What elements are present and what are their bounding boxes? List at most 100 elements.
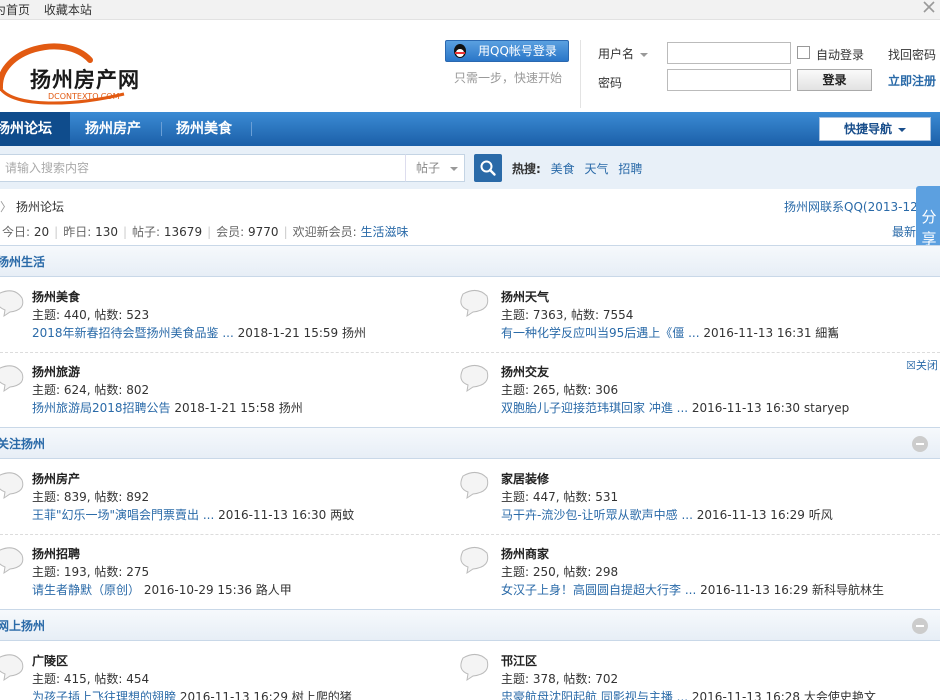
logo-subtext: DCONTEXTO.COM bbox=[48, 92, 120, 101]
last-post-meta: 2016-10-29 15:36 路人甲 bbox=[143, 583, 292, 597]
forum-last-post: 双胞胎儿子迎接范玮琪回家 冲進 ... 2016-11-13 16:30 sta… bbox=[501, 399, 849, 416]
password-input[interactable] bbox=[667, 69, 791, 91]
auto-login-checkbox[interactable] bbox=[797, 46, 810, 59]
forum-counts: 主题: 624, 帖数: 802 bbox=[32, 383, 150, 397]
forum-name[interactable]: 扬州天气 bbox=[501, 288, 549, 305]
forum-name[interactable]: 广陵区 bbox=[32, 652, 68, 669]
breadcrumb-item[interactable]: 扬州论坛 bbox=[16, 200, 64, 214]
forum-counts: 主题: 440, 帖数: 523 bbox=[32, 308, 150, 322]
last-post-meta: 2018-1-21 15:58 扬州 bbox=[174, 401, 303, 415]
stat-label: 欢迎新会员: bbox=[292, 225, 357, 239]
last-post-meta: 2016-11-13 16:31 細雟 bbox=[703, 326, 840, 340]
nav-divider bbox=[161, 122, 162, 136]
hot-search-link[interactable]: 天气 bbox=[584, 162, 608, 176]
last-post-link[interactable]: 有一种化学反应叫当95后遇上《僵 ... bbox=[501, 326, 700, 340]
forum-item: 广陵区 主题: 415, 帖数: 454 为孩子插上飞往理想的翅膀 2016-1… bbox=[0, 648, 460, 700]
forum-name[interactable]: 邗江区 bbox=[501, 652, 537, 669]
forum-bubble-icon bbox=[460, 365, 489, 393]
top-links: 为首页 收藏本站 bbox=[0, 1, 102, 18]
forum-name[interactable]: 扬州旅游 bbox=[32, 363, 80, 380]
forum-last-post: 为孩子插上飞往理想的翅膀 2016-11-13 16:29 树上爬的猪 bbox=[32, 688, 352, 700]
forum-item: 扬州房产 主题: 839, 帖数: 892 王菲"幻乐一场"演唱会門票賣出 ..… bbox=[0, 466, 460, 532]
username-label[interactable]: 用户名 bbox=[598, 45, 649, 62]
quick-nav-button[interactable]: 快捷导航 bbox=[819, 117, 931, 141]
forum-name[interactable]: 扬州商家 bbox=[501, 545, 549, 562]
last-post-link[interactable]: 王菲"幻乐一场"演唱会門票賣出 ... bbox=[32, 508, 214, 522]
forum-counts: 主题: 378, 帖数: 702 bbox=[501, 672, 619, 686]
section-title[interactable]: 网上扬州 bbox=[0, 617, 45, 634]
username-label-text: 用户名 bbox=[598, 47, 635, 61]
forum-item: 扬州交友 主题: 265, 帖数: 306 双胞胎儿子迎接范玮琪回家 冲進 ..… bbox=[460, 359, 929, 425]
last-post-meta: 2016-11-13 16:30 staryep bbox=[691, 401, 850, 415]
last-post-link[interactable]: 扬州旅游局2018招聘公告 bbox=[32, 401, 171, 415]
last-post-link[interactable]: 忠豪航母沈阳起航 同影视与主播 ... bbox=[501, 690, 688, 700]
username-input[interactable] bbox=[667, 42, 791, 64]
stat-members: 9770 bbox=[248, 225, 279, 239]
newest-link[interactable]: 最新 bbox=[892, 223, 916, 240]
section-header: 扬州生活 bbox=[0, 245, 940, 277]
hot-search-link[interactable]: 美食 bbox=[551, 162, 575, 176]
qq-login-button[interactable]: 用QQ帐号登录 bbox=[445, 40, 569, 62]
forum-counts: 主题: 250, 帖数: 298 bbox=[501, 565, 619, 579]
forum-counts: 主题: 193, 帖数: 275 bbox=[32, 565, 150, 579]
forum-stats: 今日: 20 | 昨日: 130 | 帖子: 13679 | 会员: 9770 | 欢迎新会员:… bbox=[2, 225, 409, 239]
bookmark-link[interactable]: 收藏本站 bbox=[44, 3, 92, 17]
forum-last-post: 王菲"幻乐一场"演唱会門票賣出 ... 2016-11-13 16:30 两蚊 bbox=[32, 506, 354, 523]
register-link[interactable]: 立即注册 bbox=[888, 72, 936, 89]
forum-name[interactable]: 扬州房产 bbox=[32, 470, 80, 487]
forum-last-post: 2018年新春招待会暨扬州美食品鉴 ... 2018-1-21 15:59 扬州 bbox=[32, 324, 366, 341]
forum-item: 扬州商家 主题: 250, 帖数: 298 女汉子上身！高圆圆自提超大行李 ..… bbox=[460, 541, 929, 607]
hot-search-link[interactable]: 招聘 bbox=[618, 162, 642, 176]
last-post-link[interactable]: 2018年新春招待会暨扬州美食品鉴 ... bbox=[32, 326, 234, 340]
chevron-down-icon bbox=[640, 52, 649, 57]
search-bar: 请输入搜索内容 帖子 bbox=[0, 146, 940, 189]
collapse-icon[interactable] bbox=[912, 436, 928, 452]
last-post-link[interactable]: 双胞胎儿子迎接范玮琪回家 冲進 ... bbox=[501, 401, 688, 415]
nav-divider bbox=[251, 122, 252, 136]
forum-counts: 主题: 7363, 帖数: 7554 bbox=[501, 308, 634, 322]
collapse-icon[interactable] bbox=[912, 618, 928, 634]
chevron-down-icon bbox=[450, 166, 459, 171]
forum-name[interactable]: 扬州交友 bbox=[501, 363, 549, 380]
last-post-link[interactable]: 女汉子上身！高圆圆自提超大行李 ... bbox=[501, 583, 696, 597]
breadcrumb-chevron-icon: 〉 bbox=[0, 200, 13, 214]
login-button[interactable]: 登录 bbox=[797, 69, 872, 91]
forum-last-post: 扬州旅游局2018招聘公告 2018-1-21 15:58 扬州 bbox=[32, 399, 303, 416]
last-post-link[interactable]: 马干卉-流沙包-让听眾从歌声中感 ... bbox=[501, 508, 693, 522]
password-label: 密码 bbox=[598, 76, 623, 90]
row-divider bbox=[0, 534, 940, 535]
nav-tab-forum[interactable]: 扬州论坛 bbox=[0, 112, 70, 146]
forum-name[interactable]: 扬州招聘 bbox=[32, 545, 80, 562]
forum-last-post: 女汉子上身！高圆圆自提超大行李 ... 2016-11-13 16:29 新科导… bbox=[501, 581, 884, 598]
forum-bubble-icon bbox=[460, 547, 489, 575]
forum-name[interactable]: 扬州美食 bbox=[32, 288, 80, 305]
forum-item: 扬州旅游 主题: 624, 帖数: 802 扬州旅游局2018招聘公告 2018… bbox=[0, 359, 460, 425]
find-password-link[interactable]: 找回密码 bbox=[888, 46, 936, 63]
forum-name[interactable]: 家居装修 bbox=[501, 470, 549, 487]
section-title[interactable]: 扬州生活 bbox=[0, 253, 45, 270]
header-divider bbox=[580, 40, 581, 108]
search-button[interactable] bbox=[474, 154, 502, 182]
forum-item: 邗江区 主题: 378, 帖数: 702 忠豪航母沈阳起航 同影视与主播 ...… bbox=[460, 648, 929, 700]
stat-label: 今日: bbox=[2, 225, 31, 239]
hot-search-label: 热搜: bbox=[512, 162, 541, 176]
forum-last-post: 马干卉-流沙包-让听眾从歌声中感 ... 2016-11-13 16:29 听风 bbox=[501, 506, 833, 523]
section-title[interactable]: 关注扬州 bbox=[0, 435, 45, 452]
set-homepage-link[interactable]: 为首页 bbox=[0, 3, 30, 17]
close-icon[interactable] bbox=[922, 0, 936, 14]
forum-bubble-icon bbox=[0, 290, 24, 318]
nav-tab-property[interactable]: 扬州房产 bbox=[85, 112, 141, 146]
search-type-select[interactable]: 帖子 bbox=[405, 154, 465, 182]
nav-tab-food[interactable]: 扬州美食 bbox=[176, 112, 232, 146]
section-header: 关注扬州 bbox=[0, 427, 940, 459]
section-header: 网上扬州 bbox=[0, 609, 940, 641]
forum-bubble-icon bbox=[460, 290, 489, 318]
last-post-link[interactable]: 为孩子插上飞往理想的翅膀 bbox=[32, 690, 176, 700]
new-member-link[interactable]: 生活滋味 bbox=[360, 225, 408, 239]
contact-qq-link[interactable]: 扬州网联系QQ(2013-12 bbox=[784, 198, 918, 215]
search-input[interactable]: 请输入搜索内容 bbox=[0, 154, 406, 182]
share-label: 分 bbox=[921, 208, 937, 226]
header: 扬州房产网 DCONTEXTO.COM 用QQ帐号登录 只需一步，快速开始 用户… bbox=[0, 20, 940, 112]
site-logo[interactable]: 扬州房产网 DCONTEXTO.COM bbox=[0, 30, 170, 110]
last-post-link[interactable]: 请生者静默（原创） bbox=[32, 583, 140, 597]
